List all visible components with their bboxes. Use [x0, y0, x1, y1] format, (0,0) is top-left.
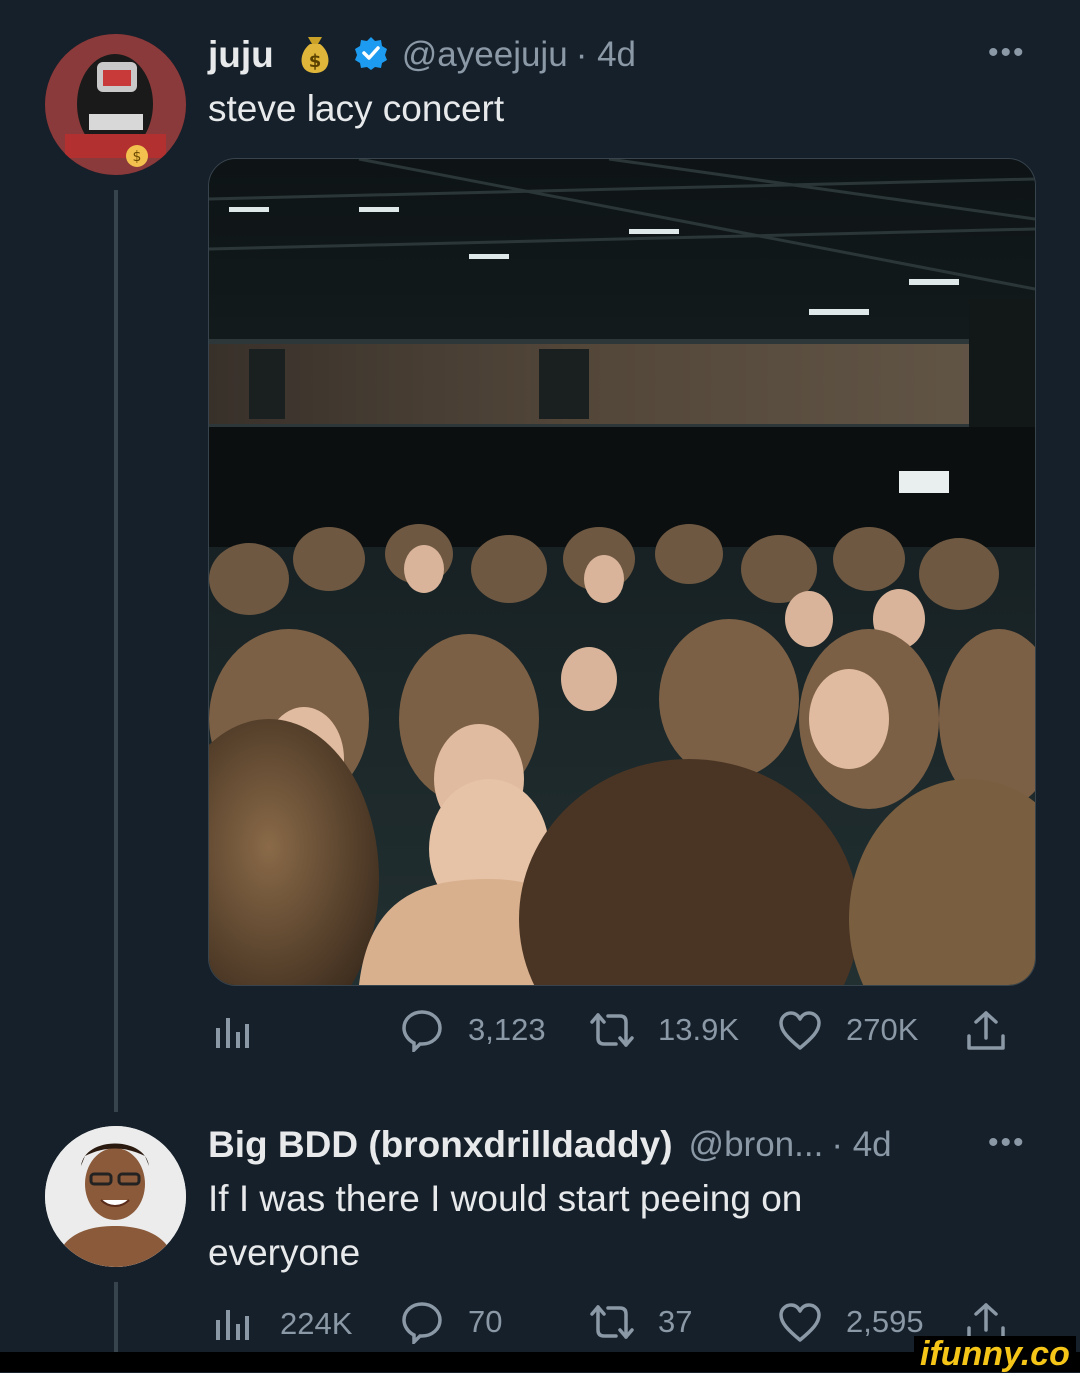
reply-more-options-button[interactable]: •••	[988, 1126, 1026, 1160]
reply-views-count: 224K	[280, 1306, 353, 1341]
avatar-portrait-icon	[45, 1126, 186, 1267]
tweet-media-photo[interactable]	[208, 158, 1036, 986]
reply-retweet-count: 37	[658, 1304, 693, 1339]
watermark-brand: ifunny.co	[914, 1336, 1076, 1372]
avatar-figure-icon: $	[45, 34, 186, 175]
retweet-count: 13.9K	[658, 1012, 740, 1047]
reply-views-button[interactable]: 224K	[214, 1306, 352, 1342]
bar-chart-icon	[216, 1310, 249, 1340]
like-count: 270K	[846, 1012, 919, 1047]
svg-text:$: $	[309, 51, 322, 72]
heart-icon	[779, 1011, 821, 1050]
retweet-icon	[590, 1013, 634, 1047]
tweet-time[interactable]: · 4d	[576, 35, 636, 75]
reply-bubble-icon	[402, 1302, 442, 1344]
tweet-text: steve lacy concert	[208, 88, 505, 129]
retweet-button[interactable]: 13.9K	[588, 1010, 739, 1050]
reply-author-name[interactable]: Big BDD (bronxdrilldaddy)	[208, 1124, 673, 1166]
reply-reply-count: 70	[468, 1304, 503, 1339]
reply-like-button[interactable]: 2,595	[778, 1302, 924, 1342]
reply-text-line-1: If I was there I would start peeing on	[208, 1178, 803, 1219]
reply-count: 3,123	[468, 1012, 546, 1047]
reply-time[interactable]: · 4d	[831, 1125, 891, 1165]
heart-icon	[779, 1303, 821, 1342]
reply-like-count: 2,595	[846, 1304, 924, 1339]
more-options-button[interactable]: •••	[988, 36, 1026, 70]
money-bag-icon: $	[296, 31, 334, 80]
thread-line-bottom	[114, 1282, 118, 1352]
concert-crowd-image	[209, 159, 1035, 985]
share-button[interactable]	[966, 1010, 1006, 1052]
reply-button[interactable]: 3,123	[400, 1008, 546, 1052]
views-button[interactable]	[214, 1014, 250, 1050]
reply-retweet-button[interactable]: 37	[588, 1302, 692, 1342]
bar-chart-icon	[216, 1018, 249, 1048]
svg-text:$: $	[133, 149, 142, 165]
author-name[interactable]: juju	[208, 34, 274, 76]
share-icon	[967, 1011, 1005, 1050]
thread-line	[114, 190, 118, 1112]
author-avatar[interactable]: $	[45, 34, 186, 175]
reply-header: Big BDD (bronxdrilldaddy) @bron... · 4d	[208, 1120, 892, 1170]
verified-badge-icon	[354, 36, 388, 75]
reply-reply-button[interactable]: 70	[400, 1300, 502, 1344]
like-button[interactable]: 270K	[778, 1010, 918, 1050]
author-handle[interactable]: @ayeejuju	[402, 35, 568, 75]
reply-author-avatar[interactable]	[45, 1126, 186, 1267]
retweet-icon	[590, 1305, 634, 1339]
tweet-header: juju $ @ayeejuju · 4d	[208, 30, 636, 80]
reply-text: If I was there I would start peeing on e…	[208, 1172, 1008, 1280]
reply-bubble-icon	[402, 1010, 442, 1052]
reply-text-line-2: everyone	[208, 1232, 361, 1273]
reply-author-handle[interactable]: @bron...	[689, 1125, 824, 1165]
